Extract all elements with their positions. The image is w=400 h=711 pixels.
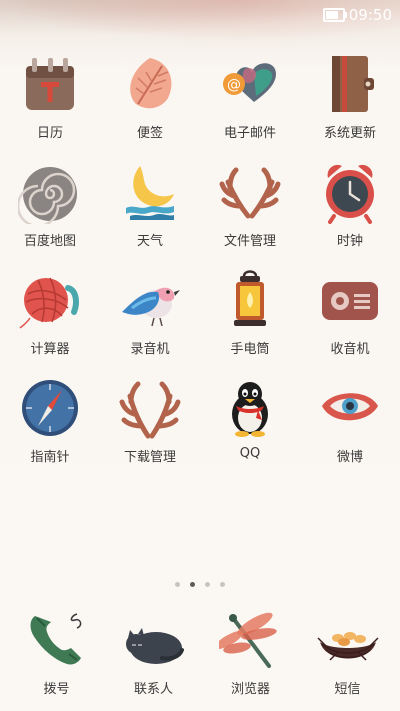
app-qq[interactable]: QQ bbox=[200, 372, 300, 480]
calendar-icon bbox=[14, 48, 86, 120]
app-label: 天气 bbox=[136, 234, 163, 249]
app-weibo[interactable]: 微博 bbox=[300, 372, 400, 480]
page-indicator bbox=[0, 582, 400, 587]
eye-lips-icon bbox=[314, 372, 386, 444]
app-download-manager[interactable]: 下载管理 bbox=[100, 372, 200, 480]
page-dot[interactable] bbox=[205, 582, 210, 587]
app-calculator[interactable]: 计算器 bbox=[0, 264, 100, 372]
app-system-update[interactable]: 系统更新 bbox=[300, 48, 400, 156]
app-messages[interactable]: 短信 bbox=[299, 604, 396, 711]
app-email[interactable]: @ 电子邮件 bbox=[200, 48, 300, 156]
app-label: 联系人 bbox=[133, 682, 173, 697]
page-dot[interactable] bbox=[175, 582, 180, 587]
clock-text: 09:50 bbox=[348, 6, 392, 24]
bird-nest-icon bbox=[312, 604, 384, 676]
app-label: 收音机 bbox=[330, 342, 370, 357]
app-label: 时钟 bbox=[336, 234, 363, 249]
app-weather[interactable]: 天气 bbox=[100, 156, 200, 264]
app-recorder[interactable]: 录音机 bbox=[100, 264, 200, 372]
app-label: 浏览器 bbox=[230, 682, 270, 697]
app-label: 录音机 bbox=[130, 342, 170, 357]
penguin-icon bbox=[214, 372, 286, 444]
dragonfly-icon bbox=[215, 604, 287, 676]
app-baidu-map[interactable]: 百度地图 bbox=[0, 156, 100, 264]
app-label: 便签 bbox=[136, 126, 163, 141]
page-dot[interactable] bbox=[220, 582, 225, 587]
app-label: 系统更新 bbox=[323, 126, 376, 141]
app-label: 电子邮件 bbox=[223, 126, 276, 141]
app-radio[interactable]: 收音机 bbox=[300, 264, 400, 372]
lantern-icon bbox=[214, 264, 286, 336]
radio-icon bbox=[314, 264, 386, 336]
antler-icon bbox=[114, 372, 186, 444]
app-label: 指南针 bbox=[30, 450, 70, 465]
app-label: 短信 bbox=[334, 682, 361, 697]
moon-weather-icon bbox=[114, 156, 186, 228]
app-notes[interactable]: 便签 bbox=[100, 48, 200, 156]
app-flashlight[interactable]: 手电筒 bbox=[200, 264, 300, 372]
app-calendar[interactable]: 日历 bbox=[0, 48, 100, 156]
app-label: QQ bbox=[239, 446, 261, 461]
antler-icon bbox=[214, 156, 286, 228]
spiral-map-icon bbox=[14, 156, 86, 228]
battery-icon bbox=[322, 8, 347, 22]
app-contacts[interactable]: 联系人 bbox=[105, 604, 202, 711]
status-bar: 09:50 bbox=[322, 5, 392, 25]
app-file-manager[interactable]: 文件管理 bbox=[200, 156, 300, 264]
app-dialer[interactable]: 拨号 bbox=[8, 604, 105, 711]
app-label: 日历 bbox=[36, 126, 63, 141]
app-label: 计算器 bbox=[30, 342, 70, 357]
app-compass[interactable]: 指南针 bbox=[0, 372, 100, 480]
app-label: 手电筒 bbox=[230, 342, 270, 357]
app-label: 拨号 bbox=[43, 682, 70, 697]
leaf-note-icon bbox=[114, 48, 186, 120]
dock: 拨号 联系人 浏览器 短信 bbox=[0, 604, 400, 711]
app-label: 文件管理 bbox=[223, 234, 276, 249]
yarn-ball-icon bbox=[14, 264, 86, 336]
phone-handset-icon bbox=[21, 604, 93, 676]
app-browser[interactable]: 浏览器 bbox=[202, 604, 299, 711]
alarm-clock-icon bbox=[314, 156, 386, 228]
app-grid: 日历 便签 @ 电子邮件 系统更新 百度地图 天气 文件管理 时钟 计算器 录音… bbox=[0, 48, 400, 480]
email-heart-icon: @ bbox=[214, 48, 286, 120]
notebook-icon bbox=[314, 48, 386, 120]
svg-text:@: @ bbox=[227, 77, 241, 93]
app-label: 下载管理 bbox=[123, 450, 176, 465]
bird-icon bbox=[114, 264, 186, 336]
compass-icon bbox=[14, 372, 86, 444]
app-label: 百度地图 bbox=[23, 234, 76, 249]
app-label: 微博 bbox=[336, 450, 363, 465]
sleeping-cat-icon bbox=[118, 604, 190, 676]
page-dot[interactable] bbox=[190, 582, 195, 587]
app-clock[interactable]: 时钟 bbox=[300, 156, 400, 264]
